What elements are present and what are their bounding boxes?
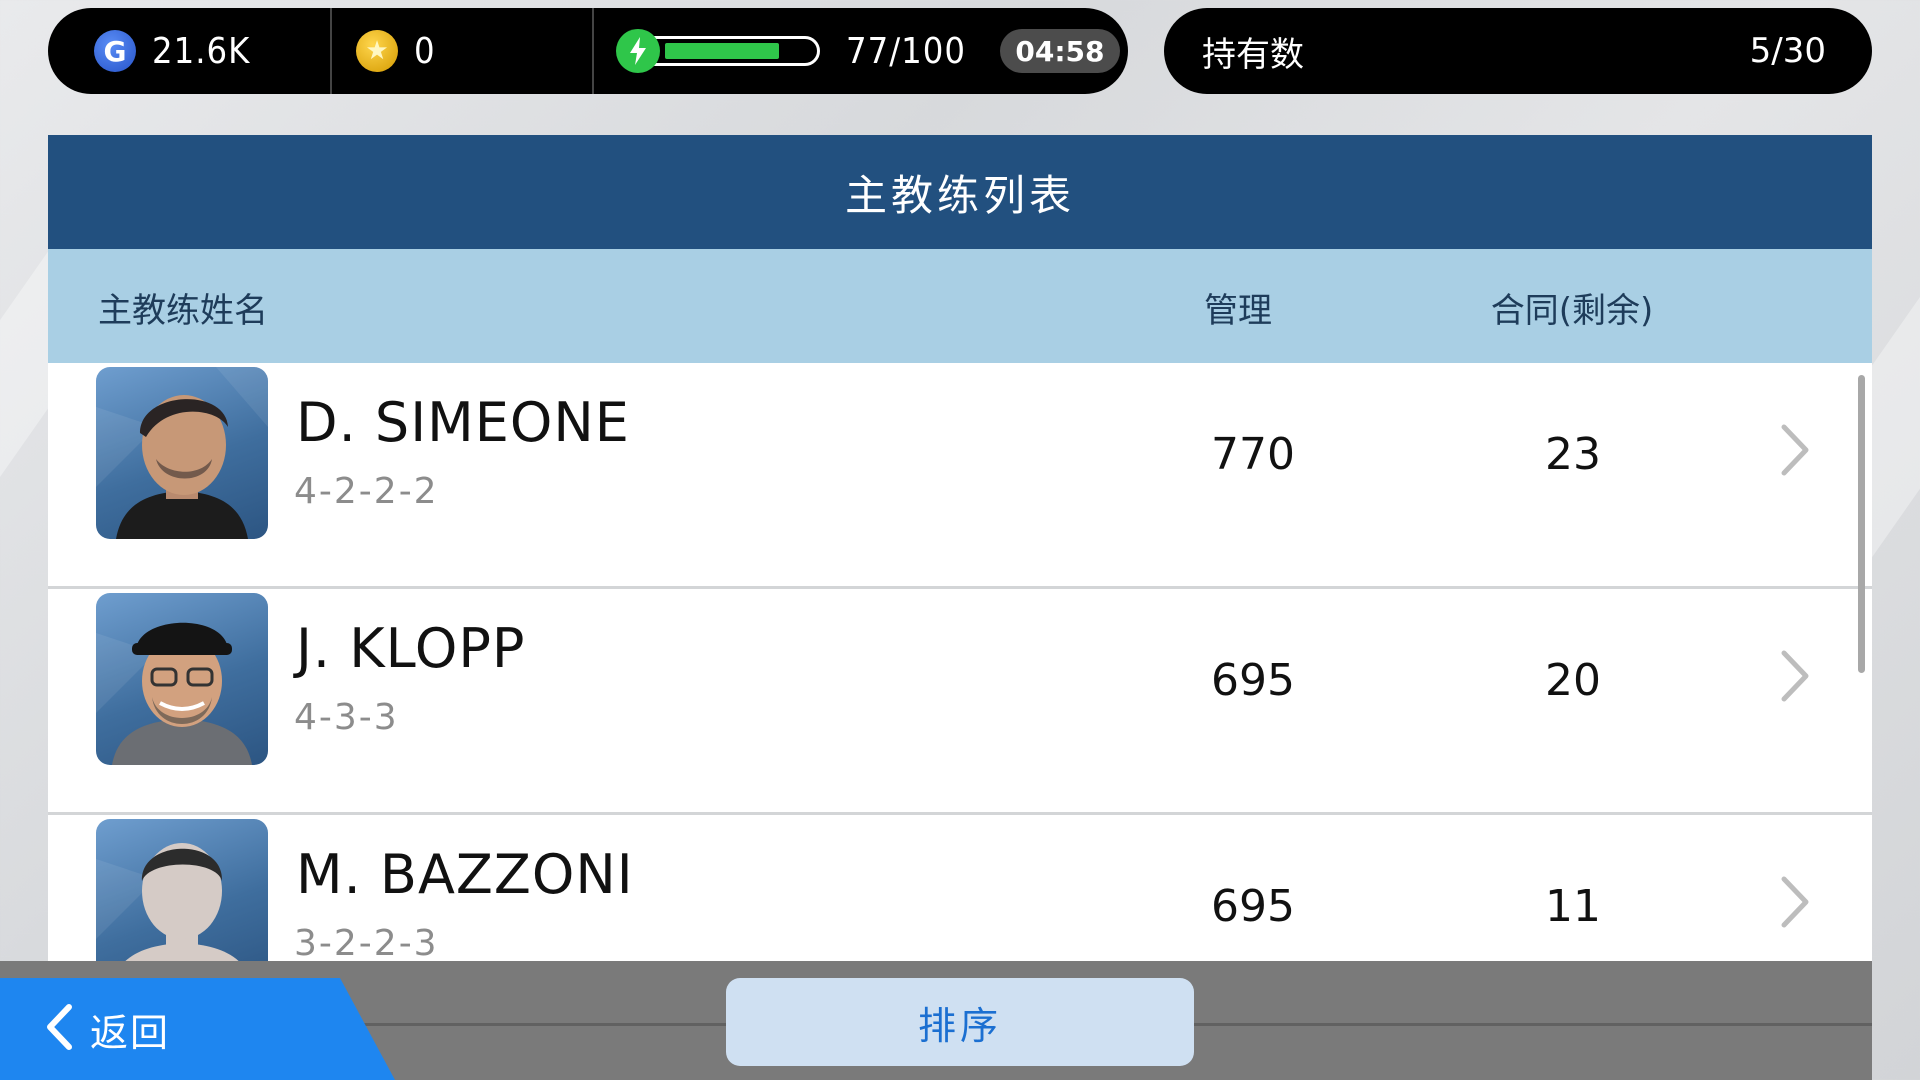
column-header: 主教练姓名 管理 合同(剩余) xyxy=(48,249,1872,363)
column-contract: 合同(剩余) xyxy=(1490,291,1654,331)
coach-row[interactable]: D. SIMEONE 4-2-2-2 770 23 xyxy=(48,363,1872,589)
energy-display[interactable]: 77/100 04:58 xyxy=(594,8,1128,94)
chevron-right-icon[interactable] xyxy=(1778,875,1812,933)
gp-value: 21.6K xyxy=(152,30,251,72)
coach-management: 695 xyxy=(1211,881,1295,932)
gp-icon: G xyxy=(94,30,136,72)
coach-formation: 4-3-3 xyxy=(294,697,399,738)
coach-management: 770 xyxy=(1211,429,1295,480)
coin-display[interactable]: ★ 0 xyxy=(332,8,594,94)
energy-progress-bar xyxy=(640,36,820,66)
holdings-label: 持有数 xyxy=(1202,34,1304,75)
gp-display[interactable]: G 21.6K xyxy=(48,8,332,94)
panel-title: 主教练列表 xyxy=(48,135,1872,249)
coach-name: D. SIMEONE xyxy=(296,391,630,454)
coin-star-icon: ★ xyxy=(356,30,398,72)
energy-text: 77/100 xyxy=(846,30,966,72)
coach-avatar xyxy=(96,593,268,765)
chevron-right-icon[interactable] xyxy=(1778,649,1812,707)
coach-row[interactable]: J. KLOPP 4-3-3 695 20 xyxy=(48,589,1872,815)
coach-avatar xyxy=(96,367,268,539)
column-name: 主教练姓名 xyxy=(98,291,268,331)
list-scrollbar[interactable] xyxy=(1858,375,1865,673)
coach-avatar xyxy=(96,819,268,961)
energy-timer: 04:58 xyxy=(999,29,1120,73)
chevron-right-icon[interactable] xyxy=(1778,423,1812,481)
coin-value: 0 xyxy=(414,30,436,72)
column-management: 管理 xyxy=(1204,291,1272,331)
holdings-value: 5/30 xyxy=(1749,31,1826,71)
coach-name: J. KLOPP xyxy=(296,617,526,680)
energy-bolt-icon xyxy=(616,29,660,73)
coach-list[interactable]: D. SIMEONE 4-2-2-2 770 23 J. KLOPP 4-3-3… xyxy=(48,363,1872,961)
coach-name: M. BAZZONI xyxy=(296,843,634,906)
back-label: 返回 xyxy=(90,1010,171,1055)
coach-contract: 20 xyxy=(1545,655,1601,706)
sort-button[interactable]: 排序 xyxy=(726,978,1194,1066)
coach-formation: 4-2-2-2 xyxy=(294,471,439,512)
coach-contract: 23 xyxy=(1545,429,1601,480)
coach-formation: 3-2-2-3 xyxy=(294,923,439,961)
coach-row[interactable]: M. BAZZONI 3-2-2-3 695 11 xyxy=(48,815,1872,961)
holdings-bar: 持有数 5/30 xyxy=(1164,8,1872,94)
coach-management: 695 xyxy=(1211,655,1295,706)
back-button[interactable]: 返回 xyxy=(0,978,395,1080)
back-arrow-icon xyxy=(44,1003,74,1055)
coach-contract: 11 xyxy=(1545,881,1601,932)
resource-bar: G 21.6K ★ 0 77/100 04:58 xyxy=(48,8,1128,94)
energy-fill xyxy=(665,43,779,59)
